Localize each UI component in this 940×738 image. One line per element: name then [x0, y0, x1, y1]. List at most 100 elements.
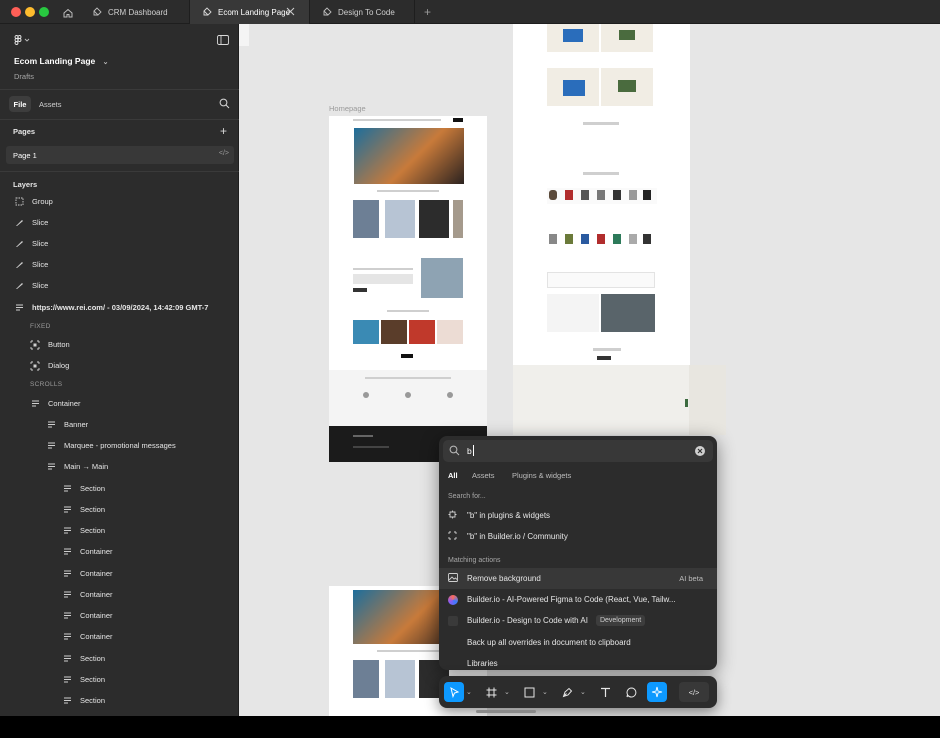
- product-image: [563, 80, 585, 96]
- product-thumb: [565, 234, 573, 244]
- chevron-down-icon[interactable]: ⌄: [504, 688, 510, 696]
- benefit-icon: [447, 392, 453, 398]
- search-icon[interactable]: [219, 98, 230, 111]
- stack-icon: [62, 484, 72, 494]
- page-item-page-1[interactable]: Page 1 </>: [6, 146, 234, 164]
- pen-tool-button[interactable]: [557, 682, 577, 702]
- sparkle-icon: [651, 686, 663, 698]
- layer-label: https://www.rei.com/ - 03/09/2024, 14:42…: [32, 303, 209, 312]
- benefits-heading: [365, 377, 451, 379]
- stack-icon: [46, 420, 56, 430]
- move-tool-button[interactable]: [444, 682, 464, 702]
- chevron-down-icon[interactable]: ⌄: [103, 59, 109, 66]
- new-tab-icon[interactable]: +: [424, 5, 431, 19]
- search-community-item[interactable]: "b" in Builder.io / Community: [439, 526, 717, 547]
- category-image: [353, 660, 379, 698]
- tab-file[interactable]: File: [9, 96, 31, 112]
- search-plugins-item[interactable]: "b" in plugins & widgets: [439, 505, 717, 526]
- frame-tool-button[interactable]: [481, 682, 501, 702]
- chevron-down-icon[interactable]: ⌄: [542, 688, 548, 696]
- tab-design-to-code[interactable]: Design To Code: [310, 0, 415, 24]
- tab-crm-dashboard[interactable]: CRM Dashboard: [80, 0, 190, 24]
- layer-label: Section: [80, 696, 106, 705]
- file-name[interactable]: Ecom Landing Page ⌄: [14, 56, 109, 66]
- section-heading: [387, 310, 429, 312]
- figma-menu-icon[interactable]: [14, 35, 30, 47]
- ai-actions-button[interactable]: [647, 682, 667, 702]
- product-thumb: [597, 190, 605, 200]
- layer-label: Slice: [32, 218, 49, 227]
- category-image: [419, 200, 449, 238]
- layer-slice[interactable]: Slice: [14, 254, 244, 275]
- clear-search-icon[interactable]: [695, 446, 705, 456]
- toggle-sidebar-icon[interactable]: [217, 35, 229, 47]
- tab-ecom-landing-page[interactable]: Ecom Landing Page: [190, 0, 310, 24]
- action-label: Builder.io - Design to Code with AI: [467, 616, 588, 625]
- stack-icon: [46, 441, 56, 451]
- product-image: [618, 80, 636, 92]
- home-icon[interactable]: [62, 6, 74, 24]
- canvas-scrollbar[interactable]: [476, 710, 536, 713]
- text-tool-button[interactable]: [595, 682, 615, 702]
- category-image: [453, 200, 463, 238]
- product-page-frame[interactable]: [513, 24, 690, 365]
- search-icon: [449, 445, 460, 458]
- comment-icon: [626, 686, 636, 697]
- chevron-down-icon[interactable]: ⌄: [466, 688, 472, 696]
- tab-assets[interactable]: Assets: [39, 100, 62, 109]
- filter-all[interactable]: All: [448, 471, 458, 480]
- divider: [0, 89, 239, 90]
- info-grid: [547, 272, 655, 288]
- filter-assets[interactable]: Assets: [472, 471, 495, 480]
- layer-button[interactable]: Button: [30, 334, 260, 355]
- layer-slice[interactable]: Slice: [14, 233, 244, 254]
- layer-label: Slice: [32, 239, 49, 248]
- action-builder-ai-figma[interactable]: Builder.io - AI-Powered Figma to Code (R…: [439, 589, 717, 610]
- product-thumb: [581, 234, 589, 244]
- product-thumb: [629, 234, 637, 244]
- code-icon: </>: [218, 150, 229, 157]
- action-backup-overrides[interactable]: Back up all overrides in document to cli…: [439, 632, 717, 653]
- layer-label: Section: [80, 675, 106, 684]
- search-for-title: Search for...: [448, 493, 486, 500]
- layer-rei-frame[interactable]: https://www.rei.com/ - 03/09/2024, 14:42…: [14, 297, 244, 318]
- search-field[interactable]: b: [443, 440, 713, 462]
- chevron-down-icon[interactable]: ⌄: [580, 688, 586, 696]
- text-icon: [600, 687, 610, 697]
- matching-actions-title: Matching actions: [448, 557, 501, 564]
- action-builder-design-to-code[interactable]: Builder.io - Design to Code with AI Deve…: [439, 610, 717, 631]
- community-icon: [448, 531, 458, 542]
- zoom-window-button[interactable]: [39, 7, 49, 17]
- grid-image: [409, 320, 435, 344]
- stack-icon: [62, 675, 72, 685]
- stack-icon: [62, 505, 72, 515]
- layer-group[interactable]: Group: [14, 191, 244, 212]
- layer-dialog[interactable]: Dialog: [30, 355, 260, 376]
- layer-container[interactable]: Container: [30, 393, 260, 414]
- comment-tool-button[interactable]: [621, 682, 641, 702]
- layer-slice[interactable]: Slice: [14, 275, 244, 296]
- search-query[interactable]: b: [467, 446, 472, 456]
- add-page-icon[interactable]: +: [220, 124, 227, 138]
- filter-plugins-widgets[interactable]: Plugins & widgets: [512, 471, 571, 480]
- frame-label-homepage[interactable]: Homepage: [329, 104, 366, 113]
- component-icon: [30, 340, 40, 350]
- layer-label: Main → Main: [64, 462, 109, 471]
- slice-icon: [14, 281, 24, 291]
- close-window-button[interactable]: [11, 7, 21, 17]
- action-remove-background[interactable]: Remove background AI beta: [439, 568, 717, 589]
- stack-icon: [62, 526, 72, 536]
- minimize-window-button[interactable]: [25, 7, 35, 17]
- layer-label: Container: [80, 590, 113, 599]
- dev-mode-toggle[interactable]: </>: [679, 682, 709, 702]
- shape-tool-button[interactable]: [519, 682, 539, 702]
- builder-logo-icon: [448, 594, 458, 605]
- product-thumb: [565, 190, 573, 200]
- stack-icon: [62, 654, 72, 664]
- action-label: Back up all overrides in document to cli…: [467, 638, 631, 647]
- close-tab-icon[interactable]: [286, 7, 301, 18]
- action-label: Builder.io - AI-Powered Figma to Code (R…: [467, 595, 676, 604]
- action-libraries[interactable]: Libraries: [439, 653, 717, 670]
- homepage-frame[interactable]: [329, 116, 487, 370]
- layer-slice[interactable]: Slice: [14, 212, 244, 233]
